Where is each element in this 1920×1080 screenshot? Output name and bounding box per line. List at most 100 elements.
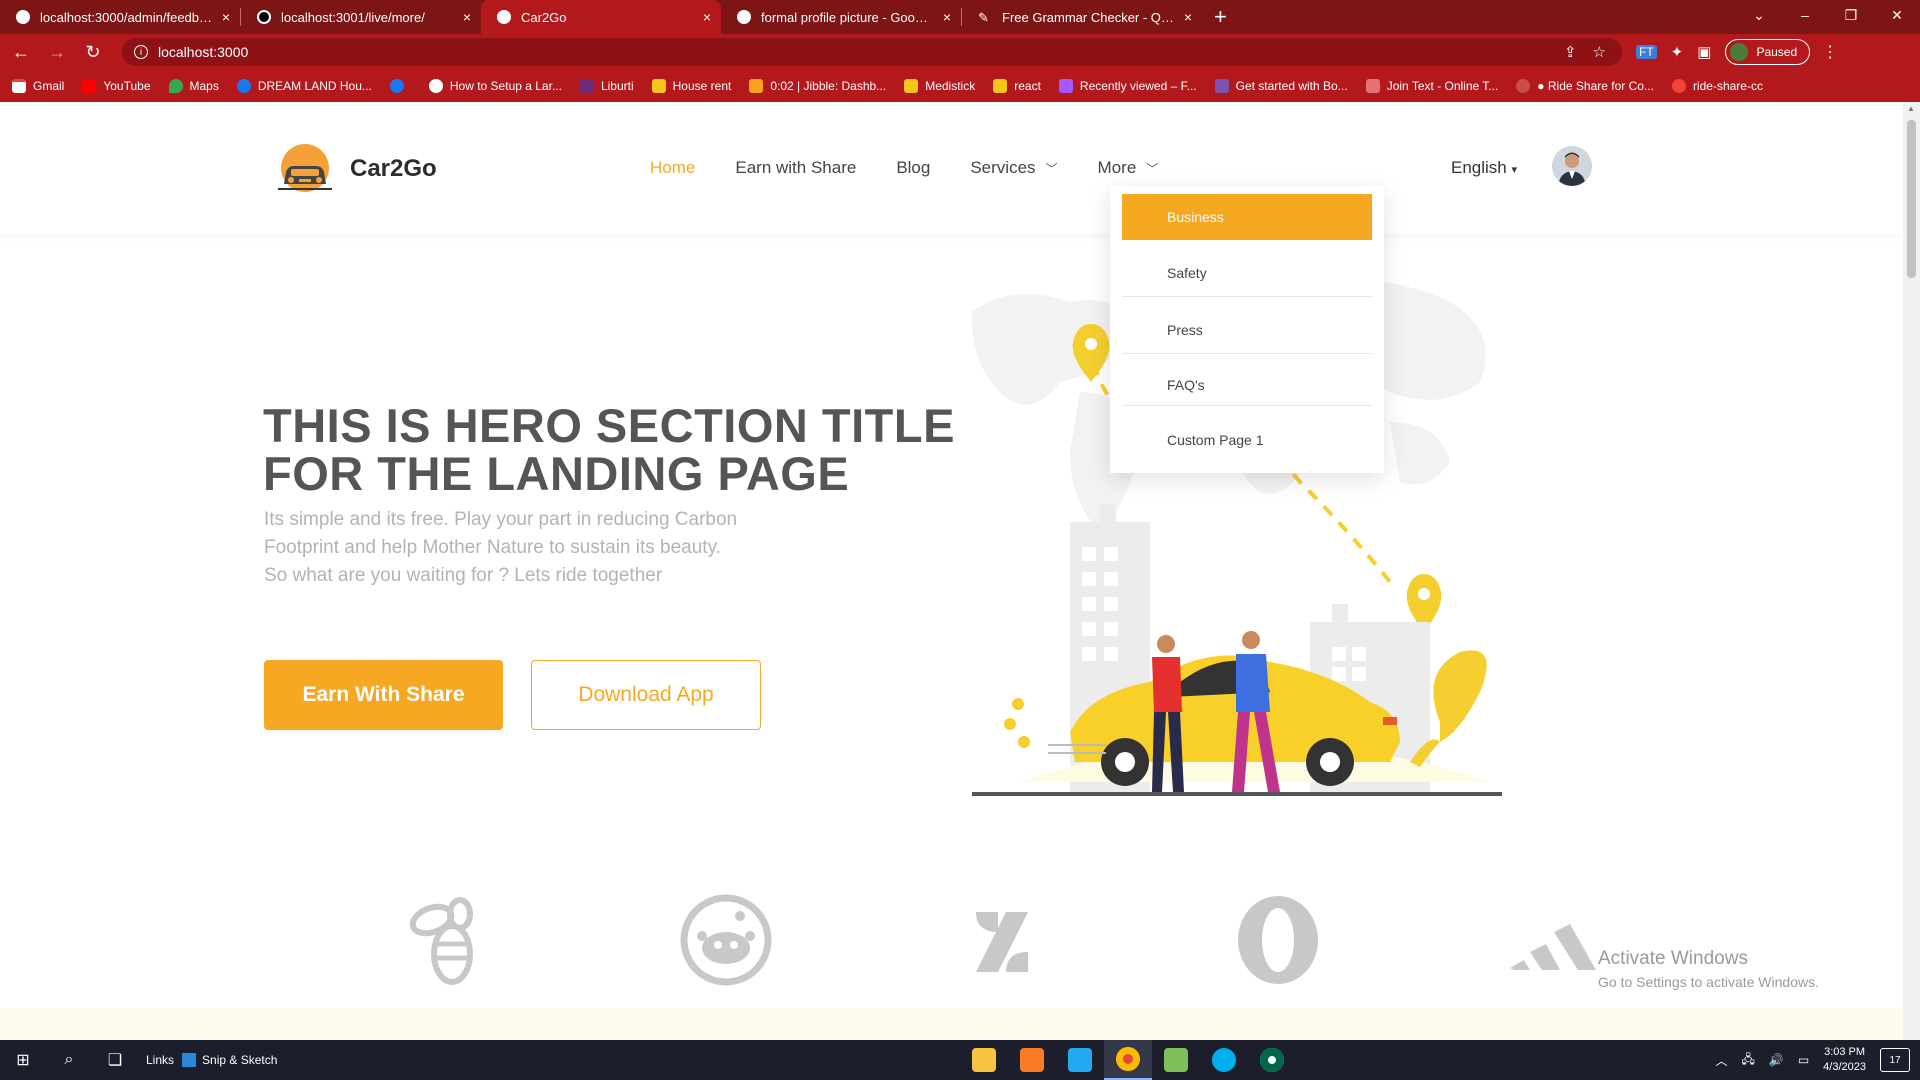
bookmark-item[interactable]: How to Setup a Lar...	[428, 79, 562, 93]
share-icon[interactable]: ⇪	[1564, 43, 1577, 61]
snip-sketch-shortcut[interactable]: Snip & Sketch	[182, 1053, 277, 1067]
browser-tab[interactable]: localhost:3000/admin/feedback/ ×	[0, 0, 240, 34]
mongodb-compass-icon[interactable]	[1248, 1040, 1296, 1080]
folder-icon	[651, 79, 666, 93]
close-icon[interactable]: ×	[943, 9, 951, 25]
skype-icon[interactable]	[1200, 1040, 1248, 1080]
minimize-icon[interactable]: –	[1782, 7, 1828, 23]
nav-item-services[interactable]: Services ﹀	[970, 158, 1057, 178]
xampp-icon[interactable]	[1008, 1040, 1056, 1080]
notepad-icon[interactable]	[1152, 1040, 1200, 1080]
search-icon[interactable]: ⌕	[46, 1051, 92, 1069]
close-icon[interactable]: ×	[463, 9, 471, 25]
dropdown-item-press[interactable]: Press	[1122, 307, 1372, 353]
close-icon[interactable]: ×	[703, 9, 711, 25]
puzzle-extensions-icon[interactable]: ✦	[1671, 43, 1684, 61]
bookmark-item[interactable]: Gmail	[12, 79, 64, 93]
bookmark-item[interactable]: Medistick	[904, 79, 975, 93]
task-view-icon[interactable]: ❏	[92, 1050, 138, 1070]
file-explorer-icon[interactable]	[960, 1040, 1008, 1080]
profile-button[interactable]: Paused	[1725, 39, 1811, 65]
bookmark-item[interactable]: Join Text - Online T...	[1365, 79, 1499, 93]
scrollbar-thumb[interactable]	[1907, 120, 1916, 278]
bookmark-item[interactable]: ride-share-cc	[1671, 79, 1763, 93]
bookmarks-bar: Gmail YouTube Maps DREAM LAND Hou... How…	[0, 70, 1920, 102]
bookmark-label: Medistick	[925, 79, 976, 93]
bookmark-label: Liburti	[600, 79, 634, 93]
site-info-icon[interactable]: i	[134, 45, 148, 59]
system-clock[interactable]: 3:03 PM 4/3/2023	[1823, 1045, 1866, 1075]
new-tab-button[interactable]: +	[1214, 4, 1227, 30]
nav-item-blog[interactable]: Blog	[896, 158, 930, 178]
page-scrollbar[interactable]: ▲	[1903, 102, 1920, 1040]
watermark-subtitle: Go to Settings to activate Windows.	[1598, 974, 1819, 990]
bookmark-item[interactable]: Liburti	[579, 79, 634, 93]
bookmark-item[interactable]: Recently viewed – F...	[1058, 79, 1197, 93]
windows-start-icon[interactable]: ⊞	[0, 1050, 46, 1070]
extension-icon[interactable]: FT	[1636, 45, 1657, 59]
reload-icon[interactable]: ↻	[78, 42, 108, 63]
vscode-icon[interactable]	[1056, 1040, 1104, 1080]
download-app-button[interactable]: Download App	[531, 660, 761, 730]
menu-dots-icon[interactable]: ⋮	[1822, 42, 1838, 62]
address-bar[interactable]: i localhost:3000 ⇪ ☆	[122, 38, 1622, 66]
bookmark-item[interactable]: DREAM LAND Hou...	[236, 79, 372, 93]
bookmark-item[interactable]: 0:02 | Jibble: Dashb...	[749, 79, 886, 93]
nav-item-earn-with-share[interactable]: Earn with Share	[735, 158, 856, 178]
nav-item-home[interactable]: Home	[650, 158, 695, 178]
close-icon[interactable]: ×	[222, 9, 230, 25]
network-icon[interactable]: 🖧	[1741, 1050, 1754, 1071]
links-label[interactable]: Links	[146, 1053, 174, 1067]
join-text-icon	[1365, 79, 1380, 93]
volume-icon[interactable]: 🔊	[1769, 1053, 1784, 1067]
tab-title: Free Grammar Checker - QuillBot	[1002, 9, 1176, 25]
bookmark-item[interactable]	[389, 79, 411, 93]
side-panel-icon[interactable]: ▣	[1697, 43, 1711, 61]
avatar[interactable]	[1552, 146, 1592, 186]
tab-search-icon[interactable]: ⌄	[1736, 7, 1782, 24]
bookmark-label: DREAM LAND Hou...	[257, 79, 372, 93]
chevron-up-icon[interactable]: ︿	[1715, 1052, 1727, 1069]
notification-center-icon[interactable]: 17	[1880, 1048, 1910, 1072]
close-icon[interactable]: ×	[1184, 9, 1192, 25]
pinned-apps	[960, 1040, 1296, 1080]
language-selector[interactable]: English ▾	[1451, 158, 1517, 178]
windows-taskbar: ⊞ ⌕ ❏ Links Snip & Sketch ︿ 🖧 🔊 ▭ 3:03 P…	[0, 1040, 1920, 1080]
bookmark-label: Join Text - Online T...	[1386, 79, 1499, 93]
browser-tab[interactable]: formal profile picture - Google Se ×	[721, 0, 961, 34]
nav-item-more[interactable]: More ﹀	[1098, 158, 1159, 178]
activate-windows-watermark: Activate Windows Go to Settings to activ…	[1598, 948, 1819, 990]
dropdown-divider	[1122, 296, 1372, 297]
figma-icon	[1058, 79, 1073, 93]
hero-title: THIS IS HERO SECTION TITLE FOR THE LANDI…	[263, 402, 963, 498]
tab-title: formal profile picture - Google Se	[761, 9, 935, 25]
bookmark-item[interactable]: Maps	[168, 79, 219, 93]
bookmark-item[interactable]: YouTube	[82, 79, 151, 93]
browser-tab-active[interactable]: Car2Go ×	[481, 0, 721, 34]
adidas-logo-icon	[1506, 892, 1602, 988]
url-text: localhost:3000	[158, 44, 249, 60]
scroll-up-icon[interactable]: ▲	[1907, 104, 1915, 113]
window-close-icon[interactable]: ✕	[1874, 7, 1920, 24]
earn-with-share-button[interactable]: Earn With Share	[264, 660, 503, 730]
bookmark-item[interactable]: react	[993, 79, 1041, 93]
bookmark-item[interactable]: ● Ride Share for Co...	[1516, 79, 1654, 93]
browser-tab[interactable]: localhost:3001/live/more/ ×	[241, 0, 481, 34]
browser-tab[interactable]: ✎ Free Grammar Checker - QuillBot ×	[962, 0, 1202, 34]
brand-logo[interactable]: Car2Go	[272, 144, 437, 194]
dropdown-item-faqs[interactable]: FAQ's	[1122, 362, 1372, 408]
bookmark-label: ● Ride Share for Co...	[1537, 79, 1654, 93]
car-logo-icon	[272, 144, 338, 194]
bookmark-label: Recently viewed – F...	[1079, 79, 1197, 93]
restore-icon[interactable]: ❐	[1828, 7, 1874, 24]
bookmark-star-icon[interactable]: ☆	[1593, 43, 1606, 61]
chrome-icon[interactable]	[1104, 1040, 1152, 1080]
back-icon[interactable]: ←	[6, 42, 36, 63]
dropdown-item-business[interactable]: Business	[1122, 194, 1372, 240]
battery-icon[interactable]: ▭	[1798, 1053, 1809, 1067]
dropdown-item-custom-page-1[interactable]: Custom Page 1	[1122, 417, 1372, 463]
bookmark-item[interactable]: Get started with Bo...	[1214, 79, 1348, 93]
forward-icon[interactable]: →	[42, 42, 72, 63]
bookmark-item[interactable]: House rent	[651, 79, 731, 93]
dropdown-item-safety[interactable]: Safety	[1122, 250, 1372, 296]
